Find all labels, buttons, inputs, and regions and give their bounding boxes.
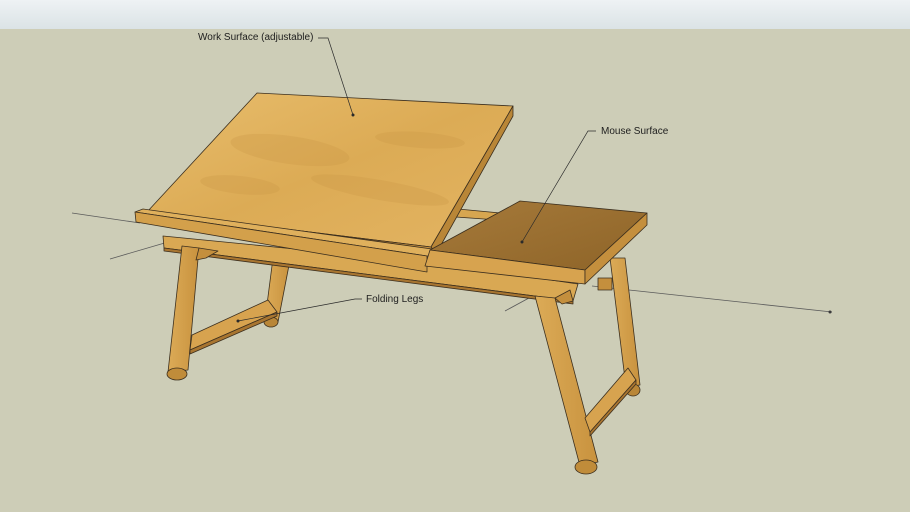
front-left-leg [167,245,200,373]
axis-green-left [109,241,169,260]
front-right-leg [534,295,599,467]
back-right-hinge [597,277,613,291]
callout-work-surface: Work Surface (adjustable) [198,32,314,43]
axis-end-point [828,310,832,314]
callout-folding-legs: Folding Legs [366,294,424,305]
lap-desk-model [71,37,833,475]
right-leg-crossbar [584,367,637,433]
front-right-foot [574,459,598,475]
callout-mouse-surface: Mouse Surface [601,126,669,137]
axis-red-left [71,212,141,224]
left-leg-crossbar [189,299,278,351]
front-left-foot [166,367,188,381]
front-left-leg-assembly [166,245,278,381]
back-right-leg [609,257,641,388]
